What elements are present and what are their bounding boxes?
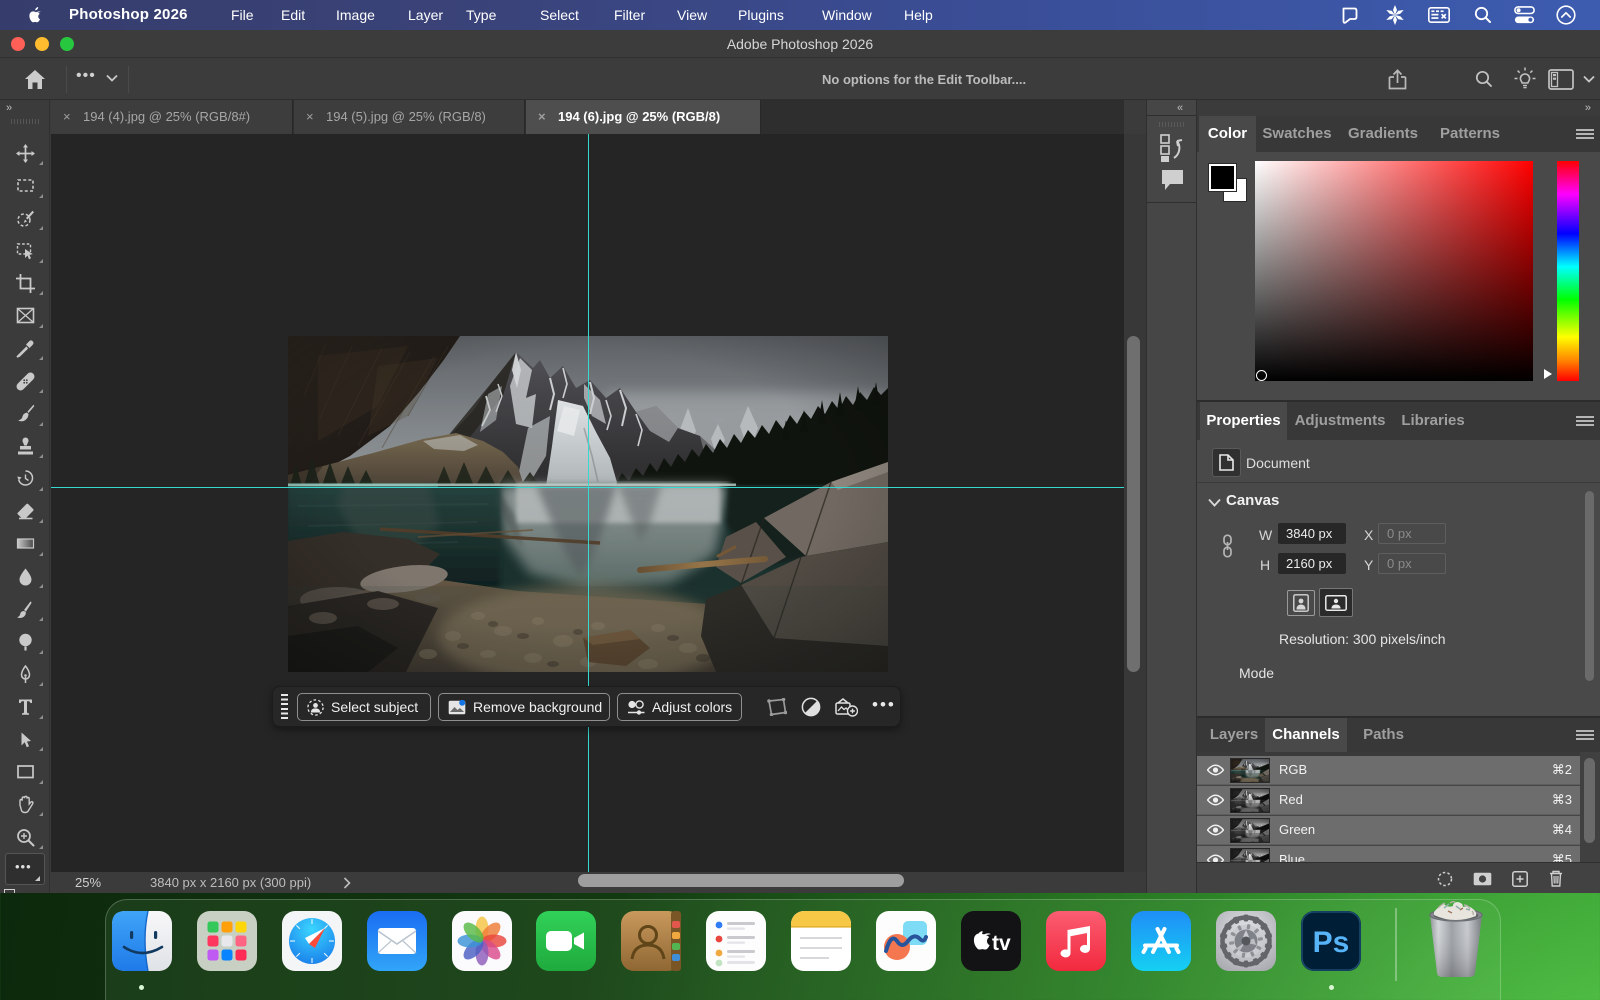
svg-text:tv: tv [992,932,1011,955]
svg-text:Ps: Ps [1313,926,1350,959]
